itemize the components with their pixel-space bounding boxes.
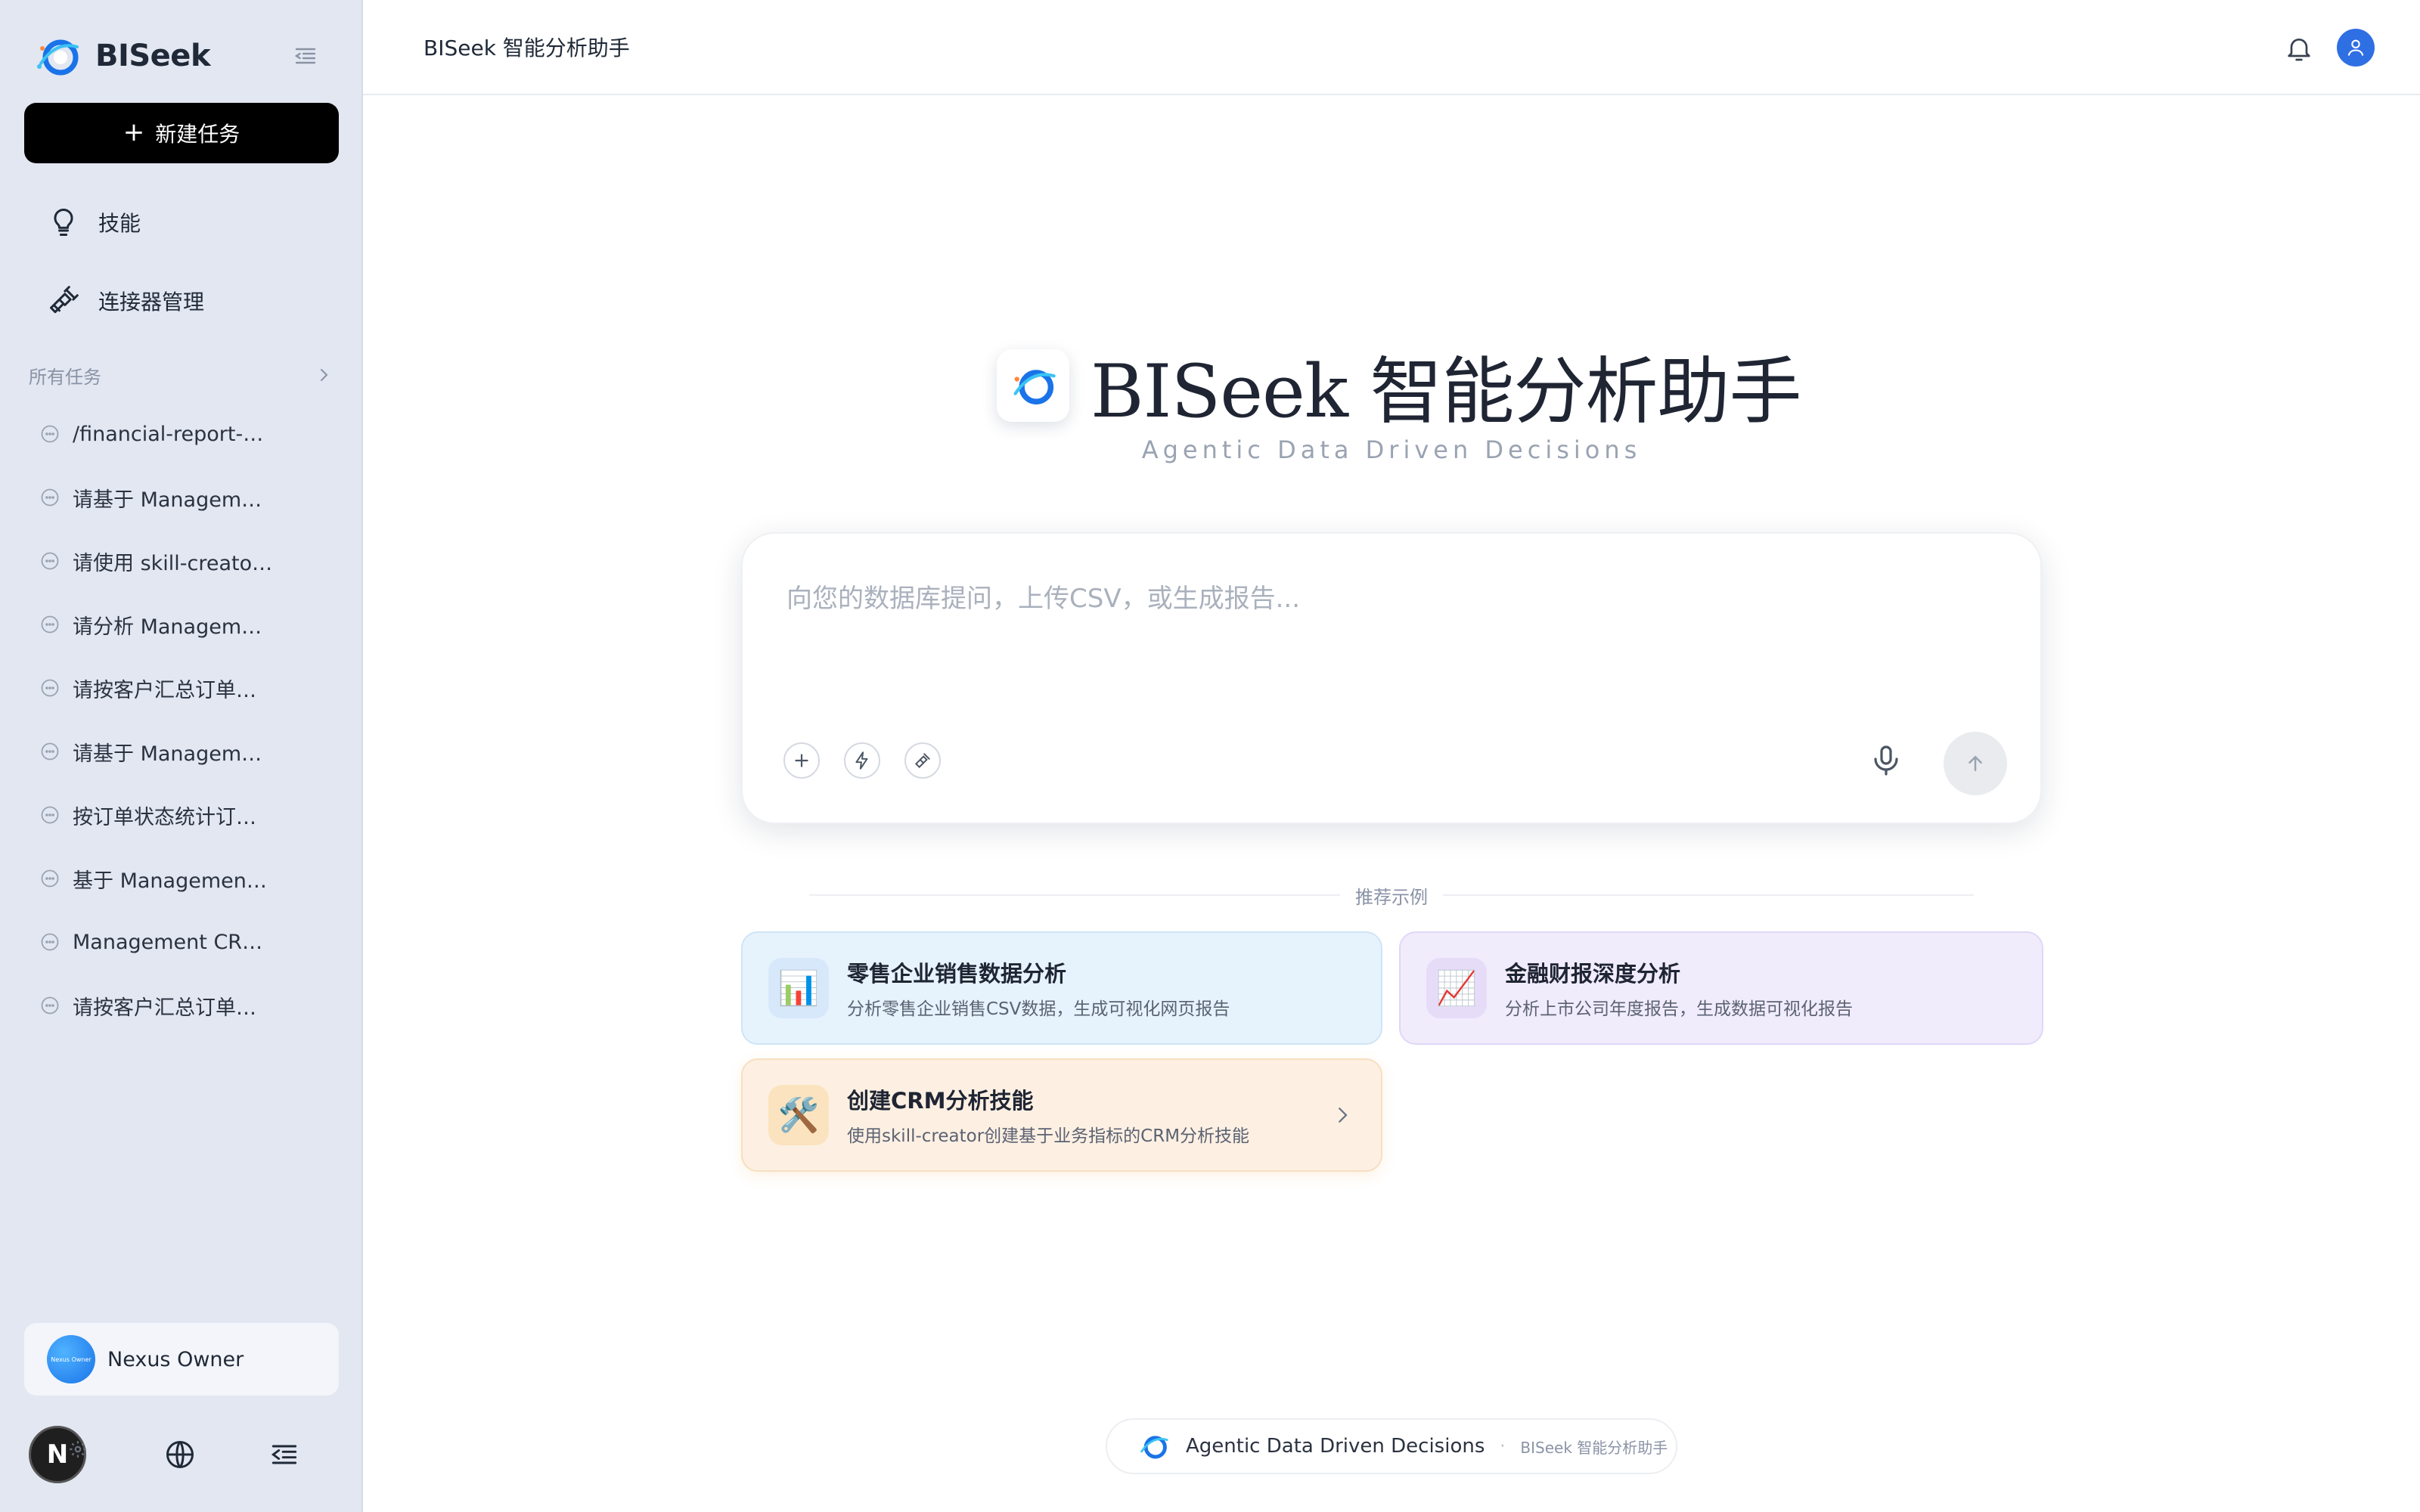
skills-button[interactable] — [844, 742, 880, 779]
chevron-right-icon — [1339, 1108, 1348, 1123]
collapse-sidebar-icon[interactable] — [268, 1438, 301, 1471]
brand-logo-icon — [1013, 369, 1056, 404]
add-attachment-button[interactable] — [783, 742, 820, 779]
chat-bubble-icon — [41, 488, 59, 507]
sidebar-item-skills[interactable]: 技能 — [24, 192, 339, 253]
user-icon — [2347, 39, 2364, 56]
task-item[interactable]: 请使用 skill-creator… — [24, 529, 339, 593]
connector-button[interactable] — [904, 742, 941, 779]
all-tasks-header[interactable]: 所有任务 — [29, 360, 333, 390]
top-bar: BISeek 智能分析助手 — [363, 0, 2420, 95]
task-item[interactable]: 基于 Management … — [24, 847, 339, 910]
task-item[interactable]: 请按客户汇总订单… — [24, 974, 339, 1037]
card-title: 零售企业销售数据分析 — [847, 961, 1067, 987]
globe-icon[interactable] — [163, 1438, 197, 1471]
chevron-right-icon — [321, 369, 328, 381]
task-title: 基于 Management … — [73, 869, 274, 893]
lightbulb-icon — [54, 209, 73, 236]
example-card-retail[interactable]: 📊 零售企业销售数据分析 分析零售企业销售CSV数据，生成可视化网页报告 — [741, 931, 1382, 1045]
divider — [1443, 894, 1974, 896]
task-item[interactable]: 按订单状态统计订… — [24, 783, 339, 847]
avatar: Nexus Owner — [47, 1335, 95, 1383]
hero-logo — [997, 349, 1069, 422]
sidebar-item-label: 连接器管理 — [98, 290, 205, 314]
plus-icon: + — [123, 117, 145, 147]
sidebar-bottom-bar: N — [29, 1426, 334, 1483]
example-card-finance[interactable]: 📈 金融财报深度分析 分析上市公司年度报告，生成数据可视化报告 — [1399, 931, 2043, 1045]
footer-separator: · — [1500, 1436, 1506, 1456]
hero-title: BISeek 智能分析助手 — [1091, 349, 1802, 434]
task-item[interactable]: 请按客户汇总订单… — [24, 656, 339, 720]
footer-badge: Agentic Data Driven Decisions · BISeek 智… — [1106, 1418, 1677, 1474]
avatar-text: Nexus Owner — [51, 1356, 92, 1363]
brand[interactable]: BISeek — [33, 33, 211, 79]
plug-icon — [50, 286, 79, 314]
sidebar: BISeek + 新建任务 技能 连接器管理 所有任务 /financial-r… — [0, 0, 363, 1512]
task-list: /financial-report-an… 请基于 Manageme… 请使用 … — [24, 402, 339, 1037]
footer-tagline: Agentic Data Driven Decisions — [1186, 1435, 1485, 1458]
card-title: 金融财报深度分析 — [1505, 961, 1681, 987]
lightning-icon — [855, 751, 868, 770]
all-tasks-title: 所有任务 — [29, 366, 101, 388]
send-button[interactable] — [1944, 732, 2007, 795]
hero: BISeek 智能分析助手 — [997, 333, 1802, 438]
chat-bubble-icon — [41, 552, 59, 570]
plug-icon — [914, 753, 930, 769]
page-title: BISeek 智能分析助手 — [424, 36, 630, 60]
task-title: 请分析 Manageme… — [73, 615, 274, 639]
task-title: 请基于 Manageme… — [73, 488, 274, 512]
chat-bubble-icon — [41, 679, 59, 697]
chat-bubble-icon — [41, 806, 59, 824]
task-title: 请按客户汇总订单… — [73, 996, 256, 1020]
card-description: 分析零售企业销售CSV数据，生成可视化网页报告 — [847, 999, 1230, 1019]
collapse-sidebar-icon[interactable] — [292, 42, 319, 70]
brand-name: BISeek — [95, 39, 211, 73]
chat-bubble-icon — [41, 933, 59, 951]
prompt-box[interactable]: 向您的数据库提问，上传CSV，或生成报告... — [741, 532, 2042, 824]
recommended-header: 推荐示例 — [809, 883, 1974, 908]
arrow-up-icon — [1969, 755, 1982, 771]
task-title: 按订单状态统计订… — [73, 805, 256, 829]
trending-chart-icon: 📈 — [1426, 958, 1487, 1018]
new-task-label: 新建任务 — [155, 122, 240, 147]
task-item[interactable]: 请基于 Manageme… — [24, 466, 339, 529]
task-item[interactable]: 请分析 Manageme… — [24, 593, 339, 656]
chat-bubble-icon — [41, 615, 59, 634]
new-task-button[interactable]: + 新建任务 — [24, 103, 339, 163]
microphone-icon[interactable] — [1868, 742, 1904, 779]
task-title: 请按客户汇总订单… — [73, 678, 256, 702]
sidebar-item-label: 技能 — [98, 211, 141, 236]
hero-subtitle: Agentic Data Driven Decisions — [1141, 435, 1642, 464]
user-card[interactable]: Nexus Owner Nexus Owner — [24, 1323, 339, 1396]
tools-icon: 🛠️ — [768, 1085, 829, 1145]
task-item[interactable]: 请基于 Manageme… — [24, 720, 339, 783]
user-name: Nexus Owner — [107, 1347, 244, 1371]
brand-logo-icon — [37, 39, 79, 76]
recommended-label: 推荐示例 — [1355, 886, 1428, 908]
bar-chart-icon: 📊 — [768, 958, 829, 1018]
bell-icon[interactable] — [2284, 33, 2314, 64]
chat-bubble-icon — [41, 869, 59, 888]
task-title: 请基于 Manageme… — [73, 742, 274, 766]
chat-bubble-icon — [41, 742, 59, 761]
card-description: 使用skill-creator创建基于业务指标的CRM分析技能 — [847, 1126, 1250, 1146]
task-title: Management CRM… — [73, 930, 274, 954]
example-card-crm-skill[interactable]: 🛠️ 创建CRM分析技能 使用skill-creator创建基于业务指标的CRM… — [741, 1058, 1382, 1172]
brand-logo-icon — [1140, 1436, 1168, 1459]
chat-bubble-icon — [41, 996, 59, 1015]
task-item[interactable]: Management CRM… — [24, 910, 339, 974]
footer-app-name: BISeek 智能分析助手 — [1520, 1438, 1668, 1457]
task-title: 请使用 skill-creator… — [73, 551, 274, 575]
user-menu-button[interactable] — [2337, 29, 2375, 67]
sidebar-item-connectors[interactable]: 连接器管理 — [24, 271, 339, 331]
card-description: 分析上市公司年度报告，生成数据可视化报告 — [1505, 999, 1853, 1019]
prompt-input[interactable]: 向您的数据库提问，上传CSV，或生成报告... — [786, 578, 1300, 615]
divider — [809, 894, 1340, 896]
card-title: 创建CRM分析技能 — [847, 1088, 1034, 1114]
plus-icon — [795, 754, 808, 767]
gear-icon[interactable] — [68, 1439, 88, 1459]
